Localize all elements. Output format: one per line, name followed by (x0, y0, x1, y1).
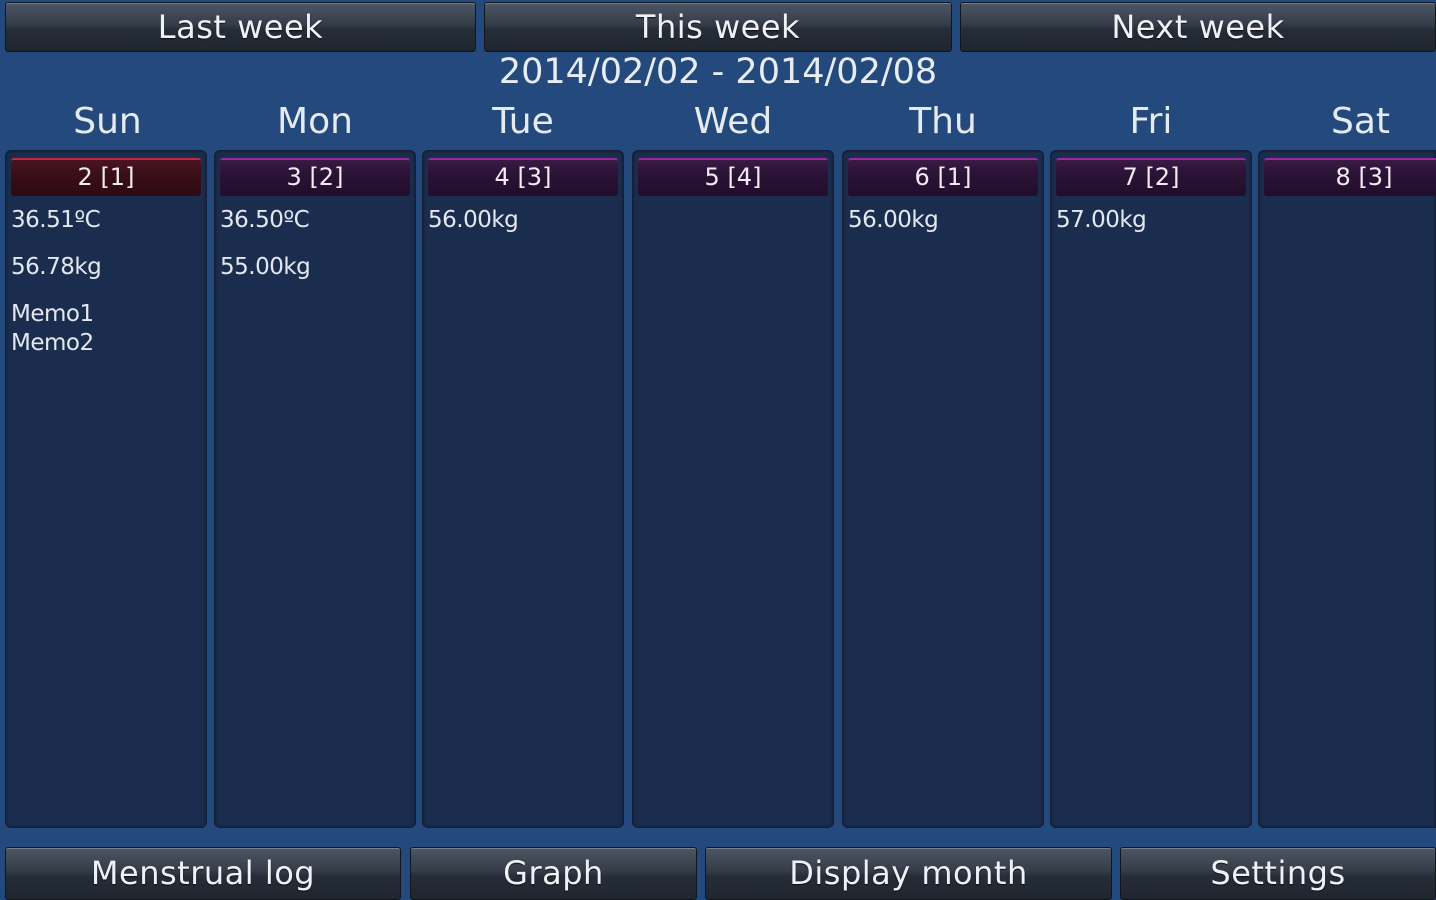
day-header-wed: Wed (693, 101, 773, 142)
this-week-button[interactable]: This week (484, 2, 952, 52)
weight-entry: 57.00kg (1056, 207, 1147, 233)
day-column-sat[interactable]: 8 [3] (1258, 150, 1436, 828)
menstrual-log-button[interactable]: Menstrual log (5, 847, 401, 900)
day-header-sun: Sun (73, 101, 142, 142)
day-badge[interactable]: 6 [1] (848, 158, 1038, 196)
day-badge[interactable]: 8 [3] (1264, 158, 1436, 196)
day-badge[interactable]: 2 [1] (11, 158, 201, 196)
day-badge[interactable]: 7 [2] (1056, 158, 1246, 196)
day-column-wed[interactable]: 5 [4] (632, 150, 834, 828)
date-range-title: 2014/02/02 - 2014/02/08 (498, 52, 938, 92)
weight-entry: 56.00kg (848, 207, 939, 233)
last-week-button[interactable]: Last week (5, 2, 476, 52)
day-column-sun[interactable]: 2 [1] 36.51ºC 56.78kg Memo1 Memo2 (5, 150, 207, 828)
day-badge[interactable]: 4 [3] (428, 158, 618, 196)
bottom-divider (0, 828, 1436, 848)
weight-entry: 55.00kg (220, 254, 311, 280)
day-header-thu: Thu (909, 101, 977, 142)
day-header-fri: Fri (1129, 101, 1173, 142)
day-header-mon: Mon (277, 101, 353, 142)
display-month-button[interactable]: Display month (705, 847, 1112, 900)
temperature-entry: 36.51ºC (11, 207, 101, 233)
settings-button[interactable]: Settings (1120, 847, 1436, 900)
weight-entry: 56.00kg (428, 207, 519, 233)
memo-entry: Memo1 (11, 301, 94, 327)
day-header-tue: Tue (492, 101, 554, 142)
day-badge-label: 8 [3] (1335, 163, 1393, 191)
next-week-button[interactable]: Next week (960, 2, 1436, 52)
day-column-thu[interactable]: 6 [1] 56.00kg (842, 150, 1044, 828)
weight-entry: 56.78kg (11, 254, 102, 280)
day-column-tue[interactable]: 4 [3] 56.00kg (422, 150, 624, 828)
day-column-fri[interactable]: 7 [2] 57.00kg (1050, 150, 1252, 828)
day-badge[interactable]: 5 [4] (638, 158, 828, 196)
day-badge[interactable]: 3 [2] (220, 158, 410, 196)
memo-entry: Memo2 (11, 330, 94, 356)
temperature-entry: 36.50ºC (220, 207, 310, 233)
day-header-sat: Sat (1330, 101, 1391, 142)
day-column-mon[interactable]: 3 [2] 36.50ºC 55.00kg (214, 150, 416, 828)
graph-button[interactable]: Graph (410, 847, 697, 900)
